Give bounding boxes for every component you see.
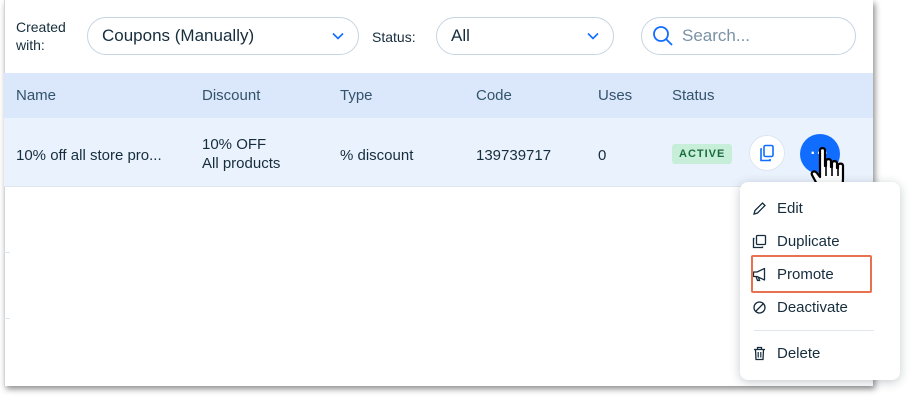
copy-icon — [760, 144, 774, 162]
coupon-uses: 0 — [598, 147, 607, 164]
menu-item-edit[interactable]: Edit — [752, 195, 803, 221]
status-dropdown[interactable]: All — [436, 17, 614, 55]
search-icon — [653, 26, 673, 46]
created-with-label: Created with: — [16, 19, 66, 53]
created-with-dropdown[interactable]: Coupons (Manually) — [87, 17, 359, 55]
column-header-discount[interactable]: Discount — [202, 87, 260, 104]
row-divider — [4, 318, 10, 319]
menu-item-deactivate[interactable]: Deactivate — [752, 294, 848, 320]
status-badge: ACTIVE — [672, 144, 733, 164]
created-with-value: Coupons (Manually) — [102, 26, 255, 45]
column-header-type[interactable]: Type — [340, 87, 373, 104]
menu-item-label: Edit — [777, 199, 803, 217]
menu-item-label: Duplicate — [777, 232, 840, 250]
menu-item-duplicate[interactable]: Duplicate — [752, 228, 840, 254]
menu-item-delete[interactable]: Delete — [752, 340, 820, 366]
coupon-type: % discount — [340, 147, 414, 164]
menu-item-label: Delete — [777, 344, 821, 362]
status-value: All — [451, 26, 470, 45]
discount-scope: All products — [202, 155, 281, 172]
copy-code-button[interactable] — [749, 135, 785, 171]
status-filter-label: Status: — [372, 29, 416, 45]
column-header-uses[interactable]: Uses — [598, 87, 632, 104]
promote-highlight-box — [751, 255, 872, 293]
filter-bar: Created with: Coupons (Manually) Status:… — [4, 0, 873, 73]
chevron-down-icon — [332, 32, 344, 40]
pencil-icon — [753, 201, 766, 215]
discount-amount: 10% OFF — [202, 136, 267, 153]
search-input[interactable] — [682, 26, 842, 46]
coupon-code: 139739717 — [476, 147, 552, 164]
deactivate-icon — [753, 300, 766, 314]
table-row[interactable]: 10% off all store pro... 10% OFF All pro… — [4, 118, 873, 187]
table-header: Name Discount Type Code Uses Status — [4, 73, 873, 118]
column-header-name[interactable]: Name — [16, 87, 56, 104]
trash-icon — [754, 346, 765, 360]
search-box[interactable] — [641, 17, 856, 55]
chevron-down-icon — [587, 32, 599, 40]
column-header-status[interactable]: Status — [672, 87, 715, 104]
row-divider — [4, 252, 10, 253]
menu-item-label: Deactivate — [777, 298, 848, 316]
coupon-discount: 10% OFF All products — [202, 135, 280, 173]
duplicate-icon — [752, 234, 767, 248]
coupon-name: 10% off all store pro... — [16, 147, 162, 164]
menu-divider — [754, 330, 874, 331]
column-header-code[interactable]: Code — [476, 87, 512, 104]
